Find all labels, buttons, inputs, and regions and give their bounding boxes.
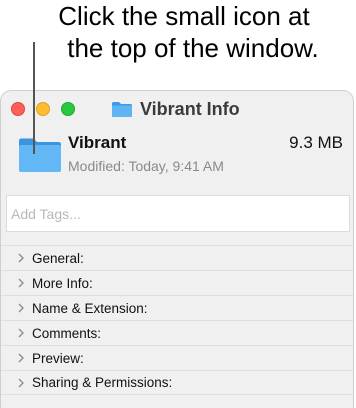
section-preview[interactable]: Preview: xyxy=(1,345,353,370)
section-label: More Info: xyxy=(32,275,93,291)
section-general[interactable]: General: xyxy=(1,245,353,270)
modified-date: Modified: Today, 9:41 AM xyxy=(68,158,224,174)
minimize-button[interactable] xyxy=(36,102,50,116)
section-label: General: xyxy=(32,250,84,266)
section-comments[interactable]: Comments: xyxy=(1,320,353,345)
file-name: Vibrant xyxy=(68,133,127,152)
title-bar: Vibrant Info xyxy=(1,91,353,125)
callout-text: Click the small icon at the top of the w… xyxy=(0,0,356,64)
section-sharing-permissions[interactable]: Sharing & Permissions: xyxy=(1,370,353,395)
folder-icon[interactable] xyxy=(111,100,133,118)
file-size: 9.3 MB xyxy=(289,133,343,152)
section-label: Sharing & Permissions: xyxy=(32,375,173,390)
chevron-right-icon xyxy=(18,378,24,387)
window-title: Vibrant Info xyxy=(111,97,240,121)
file-header: Vibrant 9.3 MB Modified: Today, 9:41 AM xyxy=(1,125,353,183)
close-button[interactable] xyxy=(11,102,25,116)
callout-line-1: Click the small icon at xyxy=(58,1,310,31)
callout-leader-line xyxy=(33,42,35,154)
section-label: Name & Extension: xyxy=(32,300,148,316)
section-name-extension[interactable]: Name & Extension: xyxy=(1,295,353,320)
chevron-right-icon xyxy=(18,353,24,363)
callout-line-2: the top of the window. xyxy=(67,33,319,63)
section-label: Preview: xyxy=(32,350,84,366)
window-title-text: Vibrant Info xyxy=(140,98,240,119)
section-label: Comments: xyxy=(32,325,102,341)
folder-icon xyxy=(19,138,61,172)
section-more-info[interactable]: More Info: xyxy=(1,270,353,295)
chevron-right-icon xyxy=(18,278,24,288)
info-sections: General: More Info: Name & Extension: Co… xyxy=(1,245,353,395)
tags-input[interactable] xyxy=(6,195,350,232)
chevron-right-icon xyxy=(18,303,24,313)
zoom-button[interactable] xyxy=(61,102,75,116)
chevron-right-icon xyxy=(18,253,24,263)
info-window: Vibrant Info Vibrant 9.3 MB Modified: To… xyxy=(0,90,354,408)
chevron-right-icon xyxy=(18,328,24,338)
